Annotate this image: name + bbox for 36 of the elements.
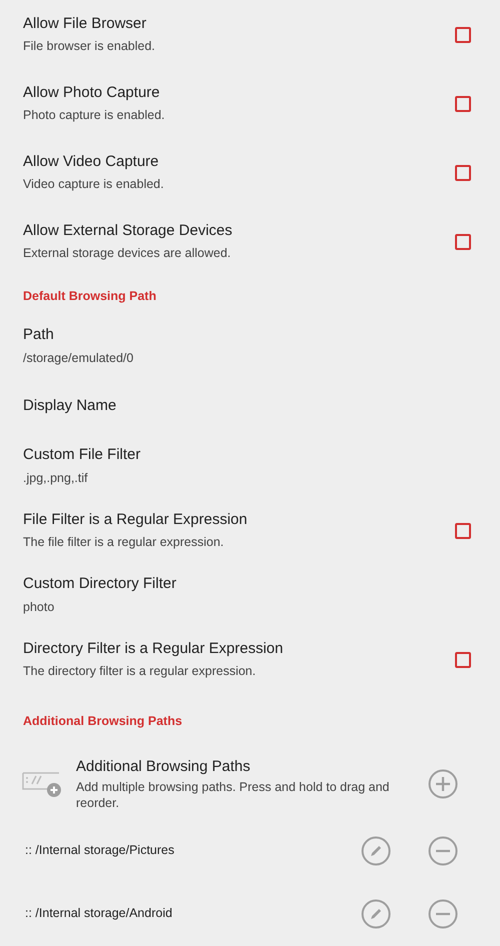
setting-summary: .jpg,.png,.tif bbox=[23, 470, 89, 487]
setting-title: Path bbox=[23, 325, 55, 346]
setting-summary: Video capture is enabled. bbox=[23, 176, 165, 194]
remove-button[interactable] bbox=[428, 898, 458, 928]
checkbox[interactable] bbox=[455, 522, 471, 538]
setting-title: Allow File Browser bbox=[23, 14, 148, 34]
checkbox[interactable] bbox=[455, 234, 471, 250]
setting-summary: Photo capture is enabled. bbox=[23, 107, 166, 124]
setting-title: Custom File Filter bbox=[23, 445, 142, 466]
setting-summary: External storage devices are allowed. bbox=[23, 245, 232, 262]
checkbox[interactable] bbox=[455, 96, 471, 112]
add-button[interactable] bbox=[428, 768, 458, 798]
setting-title: Directory Filter is a Regular Expression bbox=[23, 638, 284, 659]
setting-summary: File browser is enabled. bbox=[23, 38, 156, 56]
checkbox[interactable] bbox=[455, 164, 471, 180]
setting-summary: photo bbox=[23, 598, 56, 616]
setting-title: Allow Photo Capture bbox=[23, 82, 161, 103]
setting-summary: The file filter is a regular expression. bbox=[23, 534, 225, 552]
edit-button[interactable] bbox=[361, 836, 391, 866]
setting-title: File Filter is a Regular Expression bbox=[23, 510, 248, 530]
checkbox[interactable] bbox=[455, 652, 471, 668]
section-header: Additional Browsing Paths bbox=[23, 712, 182, 730]
setting-title: Display Name bbox=[23, 396, 118, 416]
path-label[interactable]: :: /Internal storage/Pictures bbox=[25, 841, 361, 860]
setting-title: Additional Browsing Paths bbox=[76, 757, 252, 778]
setting-summary: /storage/emulated/0 bbox=[23, 350, 134, 367]
setting-title: Allow Video Capture bbox=[23, 152, 160, 172]
setting-summary: Add multiple browsing paths. Press and hold to drag and reorder. bbox=[76, 778, 390, 811]
edit-button[interactable] bbox=[361, 898, 391, 928]
setting-title: Allow External Storage Devices bbox=[23, 220, 234, 241]
remove-button[interactable] bbox=[428, 836, 458, 866]
section-header: Default Browsing Path bbox=[23, 288, 156, 305]
setting-title: Custom Directory Filter bbox=[23, 574, 178, 594]
checkbox[interactable] bbox=[455, 26, 471, 42]
path-label[interactable]: :: /Internal storage/Android bbox=[25, 904, 361, 923]
setting-summary: The directory filter is a regular expression. bbox=[23, 663, 257, 680]
